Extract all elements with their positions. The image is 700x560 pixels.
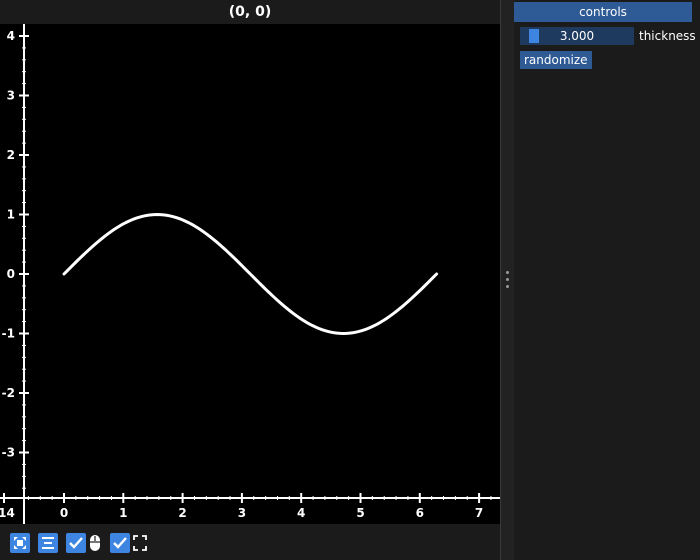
y-tick-label: -2 — [2, 386, 15, 400]
plot-area[interactable]: 4 3 2 1 0 -1 -2 -3 -14 0 1 2 3 4 5 6 7 — [0, 24, 500, 524]
x-tick-label: 2 — [178, 506, 186, 520]
y-tick-label: 3 — [7, 89, 15, 103]
splitter-grip-dot — [506, 271, 509, 274]
y-tick-label: 1 — [7, 208, 15, 222]
x-tick-label: 0 — [60, 506, 68, 520]
mouse-icon[interactable] — [88, 533, 102, 553]
randomize-button[interactable]: randomize — [520, 51, 592, 69]
x-tick-label: 3 — [238, 506, 246, 520]
x-tick-label: 4 — [297, 506, 305, 520]
align-center-icon[interactable] — [38, 533, 58, 553]
sine-plot[interactable]: 4 3 2 1 0 -1 -2 -3 -14 0 1 2 3 4 5 6 7 — [0, 24, 500, 524]
y-tick-label: -3 — [2, 446, 15, 460]
checkbox-checked-icon[interactable] — [110, 533, 130, 553]
x-tick-label: 1 — [119, 506, 127, 520]
plot-title: (0, 0) — [228, 4, 272, 20]
plot-toolbar — [0, 524, 500, 560]
x-tick-label: 5 — [356, 506, 364, 520]
y-tick-label: 4 — [7, 29, 15, 43]
y-tick-label: 2 — [7, 148, 15, 162]
thickness-label: thickness — [639, 29, 696, 43]
plot-panel: (0, 0) 4 3 2 1 0 -1 -2 -3 -14 0 1 2 3 4 5 6 7 — [0, 0, 500, 560]
y-tick-label: 0 — [7, 267, 15, 281]
controls-panel: controls 3.000 thickness randomize — [514, 0, 700, 560]
splitter-grip-dot — [506, 278, 509, 281]
app-window: (0, 0) 4 3 2 1 0 -1 -2 -3 -14 0 1 2 3 4 5 6 7 — [0, 0, 700, 560]
thickness-slider[interactable]: 3.000 — [520, 27, 634, 45]
x-tick-label: -14 — [0, 506, 15, 520]
panel-splitter[interactable] — [500, 0, 514, 560]
sine-series-line — [62, 213, 439, 335]
controls-header[interactable]: controls — [514, 2, 692, 22]
y-tick-label: -1 — [2, 327, 15, 341]
fullscreen-icon[interactable] — [132, 533, 148, 553]
thickness-value: 3.000 — [559, 29, 595, 43]
x-tick-label: 7 — [475, 506, 483, 520]
checkbox-checked-icon[interactable] — [66, 533, 86, 553]
x-tick-label: 6 — [416, 506, 424, 520]
fit-view-icon[interactable] — [10, 533, 30, 553]
splitter-grip-dot — [506, 285, 509, 288]
